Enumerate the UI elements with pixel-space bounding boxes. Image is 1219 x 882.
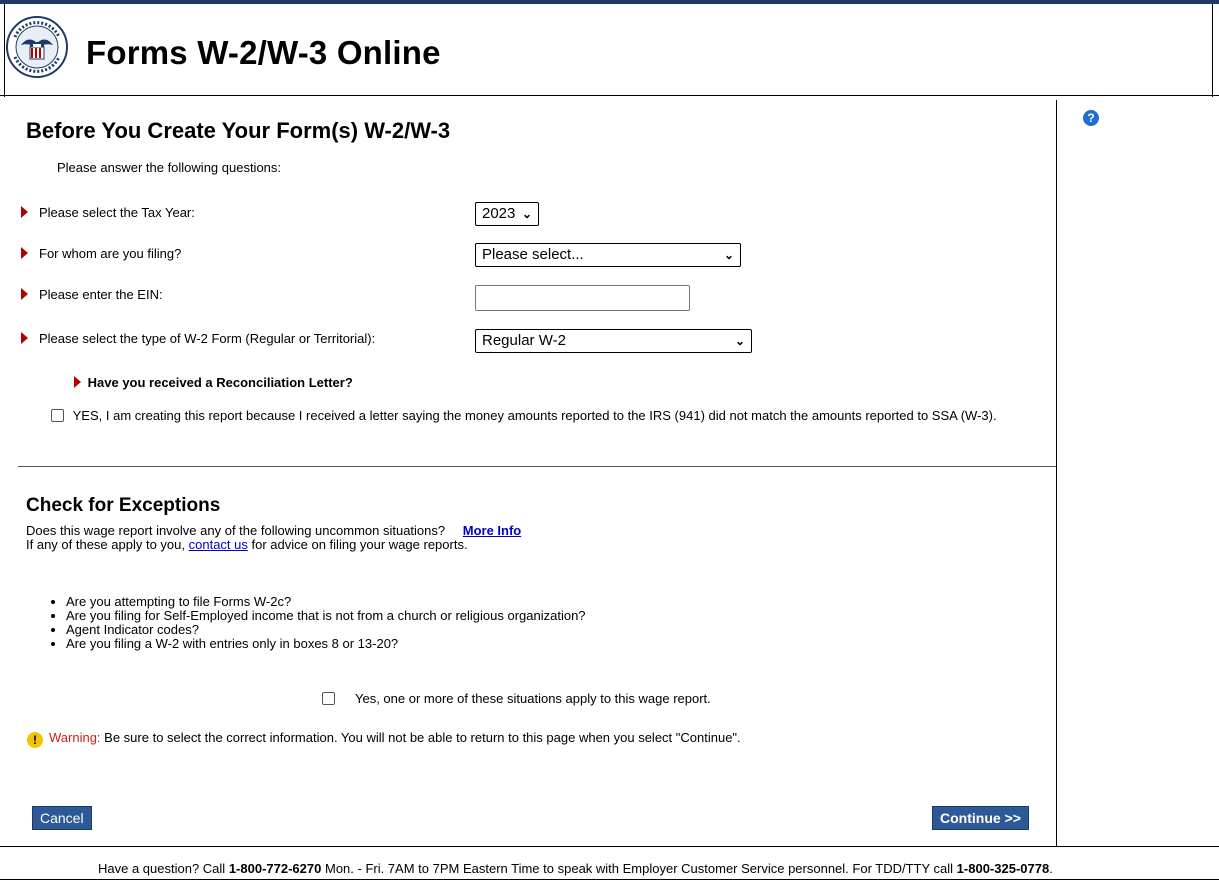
exceptions-apply-option: Yes, one or more of these situations app… (322, 691, 711, 706)
chevron-down-icon: ⌄ (723, 248, 734, 262)
warning-icon: ! (27, 732, 43, 748)
help-icon[interactable]: ? (1083, 110, 1099, 126)
section-divider (18, 466, 1056, 467)
exceptions-list: Are you attempting to file Forms W-2c? A… (44, 595, 586, 651)
footer-phone-2: 1-800-325-0778 (956, 861, 1050, 876)
red-arrow-icon (21, 332, 28, 344)
contact-post-text: for advice on filing your wage reports. (251, 537, 468, 552)
reconciliation-option: YES, I am creating this report because I… (18, 408, 1018, 424)
exceptions-title: Check for Exceptions (26, 495, 221, 516)
footer-mid: Mon. - Fri. 7AM to 7PM Eastern Time to s… (324, 861, 954, 876)
warning-text: Be sure to select the correct informatio… (104, 730, 741, 745)
exceptions-intro: Does this wage report involve any of the… (26, 523, 521, 538)
w2-type-value: Regular W-2 (482, 332, 566, 349)
ein-label: Please enter the EIN: (39, 287, 163, 302)
contact-line: If any of these apply to you, contact us… (26, 537, 468, 552)
warning-label: Warning: (49, 730, 101, 745)
reconciliation-checkbox[interactable] (51, 409, 64, 422)
exceptions-apply-checkbox[interactable] (322, 692, 335, 705)
page-title: Before You Create Your Form(s) W-2/W-3 (26, 118, 451, 143)
intro-text: Please answer the following questions: (57, 160, 282, 175)
w2-type-label: Please select the type of W-2 Form (Regu… (39, 331, 376, 346)
tax-year-select[interactable]: 2023 ⌄ (475, 202, 539, 226)
w2-type-select[interactable]: Regular W-2 ⌄ (475, 329, 752, 353)
reconciliation-question-text: Have you received a Reconciliation Lette… (87, 375, 353, 390)
main-panel: Before You Create Your Form(s) W-2/W-3 P… (18, 100, 1057, 846)
list-item: Agent Indicator codes? (66, 623, 586, 637)
filing-for-label: For whom are you filing? (39, 246, 182, 261)
red-arrow-icon (21, 288, 28, 300)
red-arrow-icon (21, 247, 28, 259)
chevron-down-icon: ⌄ (521, 207, 532, 221)
app-title: Forms W-2/W-3 Online (86, 34, 441, 71)
footer-pre: Have a question? Call (98, 861, 226, 876)
warning-message: ! Warning: Be sure to select the correct … (27, 730, 741, 748)
filing-for-select[interactable]: Please select... ⌄ (475, 243, 741, 267)
more-info-link[interactable]: More Info (463, 523, 522, 538)
footer-help-text: Have a question? Call 1-800-772-6270 Mon… (98, 861, 1053, 876)
continue-button[interactable]: Continue >> (932, 806, 1029, 830)
red-arrow-icon (74, 376, 81, 388)
exceptions-intro-text: Does this wage report involve any of the… (26, 523, 446, 538)
list-item: Are you attempting to file Forms W-2c? (66, 595, 586, 609)
red-arrow-icon (21, 206, 28, 218)
tax-year-value: 2023 (482, 205, 516, 222)
tax-year-label: Please select the Tax Year: (39, 205, 195, 220)
footer-bottom-border (0, 879, 1219, 880)
exceptions-apply-text: Yes, one or more of these situations app… (355, 691, 711, 706)
reconciliation-question: Have you received a Reconciliation Lette… (74, 375, 353, 390)
contact-pre-text: If any of these apply to you, (26, 537, 185, 552)
footer-phone-1: 1-800-772-6270 (228, 861, 322, 876)
reconciliation-yes-text: YES, I am creating this report because I… (72, 408, 997, 423)
footer-end: . (1049, 861, 1053, 876)
ein-input[interactable] (475, 285, 690, 311)
chevron-down-icon: ⌄ (734, 334, 745, 348)
list-item: Are you filing for Self-Employed income … (66, 609, 586, 623)
contact-us-link[interactable]: contact us (189, 537, 248, 552)
list-item: Are you filing a W-2 with entries only i… (66, 637, 586, 651)
page-header: Forms W-2/W-3 Online (0, 4, 1219, 96)
ssa-seal-icon (6, 16, 68, 78)
cancel-button[interactable]: Cancel (32, 806, 92, 830)
footer-divider (0, 846, 1219, 847)
filing-for-value: Please select... (482, 246, 584, 263)
